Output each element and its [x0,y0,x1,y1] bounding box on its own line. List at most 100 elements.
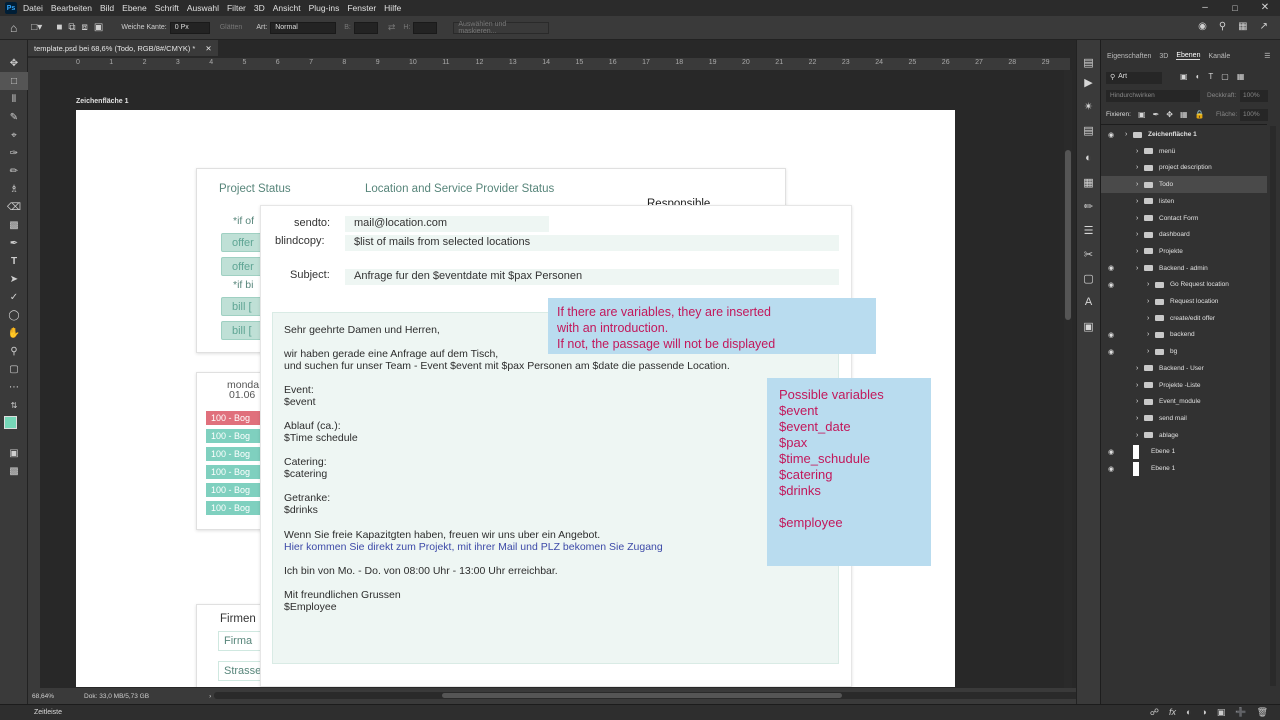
menu-schrift[interactable]: Schrift [155,3,179,13]
tab-properties[interactable]: Eigenschaften [1107,53,1151,60]
search-icon[interactable]: ⚲ [1219,21,1226,32]
share-arrow-icon[interactable]: ↗ [1260,21,1268,32]
layer-row[interactable]: › Contact Form [1101,210,1267,227]
menu-bearbeiten[interactable]: Bearbeiten [51,3,92,13]
marquee-tool-icon[interactable]: □▾ [31,22,42,33]
calendar-pill-4[interactable]: 100 - Bog [206,465,268,479]
height-input[interactable] [413,21,438,34]
horizontal-ruler[interactable]: 0 1 2 3 4 5 6 7 8 9 10 11 12 13 14 15 16 17 18 19 20 21 22 23 24… [40,58,1070,70]
sendto-input[interactable]: mail@location.com [345,216,549,232]
visibility-eye-icon[interactable]: ◉ [1101,131,1121,139]
eraser-tool-icon[interactable]: ⌫ [0,198,28,216]
layer-row[interactable]: ◉ › Go Request location [1101,276,1267,293]
layer-comps-icon[interactable]: ▢ [1077,272,1100,292]
minimize-icon[interactable]: – [1190,0,1220,16]
chevron-right-icon[interactable]: › [1136,181,1144,188]
tab-layers[interactable]: Ebenen [1176,52,1201,60]
vertical-ruler[interactable] [28,70,40,688]
selection-subtract-icon[interactable]: ⧈ [82,22,88,33]
filter-type-icon[interactable]: T [1208,72,1213,81]
lasso-tool-icon[interactable]: ⦀ [0,90,28,108]
lock-pixels-icon[interactable]: ▣ [1138,110,1146,119]
maximize-icon[interactable]: □ [1220,0,1250,16]
layer-row[interactable]: › Projekte [1101,243,1267,260]
calendar-pill-5[interactable]: 100 - Bog [206,483,268,497]
layer-row[interactable]: › Event_module [1101,393,1267,410]
tab-template[interactable]: template.psd bei 68,6% (Todo, RGB/8#/CMY… [28,40,218,56]
layer-row[interactable]: ◉ Ebene 1 [1101,443,1267,460]
filter-adjust-icon[interactable]: ◐ [1196,72,1201,81]
workspace-icon[interactable]: ▦ [1238,21,1247,32]
menu-3d[interactable]: 3D [254,3,265,13]
menu-plugins[interactable]: Plug-ins [309,3,340,13]
hand-tool-icon[interactable]: ✋ [0,324,28,342]
lock-artboard-icon[interactable]: ▦ [1180,110,1188,119]
width-input[interactable] [353,21,378,34]
shape-tool-icon[interactable]: ◯ [0,306,28,324]
ruler-origin[interactable] [28,58,40,70]
calendar-pill-1[interactable]: 100 - Bog [206,411,268,425]
menu-datei[interactable]: Datei [23,3,43,13]
link-layers-icon[interactable]: ☍ [1150,707,1159,718]
path-select-tool-icon[interactable]: ➤ [0,270,28,288]
layer-row[interactable]: › send mail [1101,410,1267,427]
character-icon[interactable]: A [1077,296,1100,320]
layer-row[interactable]: ◉ › Backend - admin [1101,260,1267,277]
opacity-input[interactable]: 100% [1240,90,1268,102]
chevron-right-icon[interactable]: › [1147,298,1155,305]
style-select[interactable]: Normal [270,21,337,34]
zoom-level[interactable]: 68,64% [32,693,54,700]
chevron-right-icon[interactable]: › [1136,148,1144,155]
visibility-eye-icon[interactable]: ◉ [1101,281,1121,289]
artboard-label[interactable]: Zeichenfläche 1 [76,98,129,105]
bcc-input[interactable]: $list of mails from selected locations [345,235,839,251]
brush-settings-icon[interactable]: ✏ [1077,200,1100,224]
type-tool-icon[interactable]: T [0,252,28,270]
select-mask-button[interactable]: Auswählen und maskieren... [453,21,550,35]
layer-row[interactable]: › Backend - User [1101,360,1267,377]
move-tool-icon[interactable]: ✥ [0,54,28,72]
selection-add-icon[interactable]: ⧉ [68,22,75,33]
more-tools-icon[interactable]: ⋯ [0,378,28,396]
zoom-tool-icon[interactable]: ⚲ [0,342,28,360]
calendar-pill-6[interactable]: 100 - Bog [206,501,268,515]
quick-select-tool-icon[interactable]: ✎ [0,108,28,126]
selection-new-icon[interactable]: ■ [56,22,62,33]
visibility-eye-icon[interactable]: ◉ [1101,448,1121,456]
layer-row[interactable]: › dashboard [1101,226,1267,243]
smooth-checkbox[interactable]: Glätten [220,24,243,31]
layer-row[interactable]: › Todo [1101,176,1267,194]
chevron-right-icon[interactable]: › [1136,248,1144,255]
chevron-right-icon[interactable]: › [1147,281,1155,288]
chevron-right-icon[interactable]: › [1147,315,1155,322]
menu-auswahl[interactable]: Auswahl [187,3,219,13]
mail-project-link[interactable]: Hier kommen Sie direkt zum Projekt, mit … [284,541,663,553]
new-group-icon[interactable]: ▣ [1217,707,1226,718]
layer-row[interactable]: ◉ › Zeichenfläche 1 [1101,126,1267,143]
mail-body-textarea[interactable]: Sehr geehrte Damen und Herren, wir haben… [272,312,839,664]
color-swatches[interactable] [0,414,27,444]
eyedropper-tool-icon[interactable]: ✑ [0,144,28,162]
chevron-right-icon[interactable]: › [1136,382,1144,389]
fill-input[interactable]: 100% [1240,109,1268,121]
pen-tool-icon[interactable]: ✒ [0,234,28,252]
lock-all-icon[interactable]: 🔒 [1195,110,1205,119]
chevron-right-icon[interactable]: › [1136,398,1144,405]
screen-mode-icon[interactable]: ▩ [0,462,28,480]
visibility-eye-icon[interactable]: ◉ [1101,331,1121,339]
menu-fenster[interactable]: Fenster [347,3,376,13]
layers-scrollbar[interactable] [1270,126,1276,686]
swap-colors-icon[interactable]: ⇅ [0,396,28,414]
chevron-right-icon[interactable]: › [1147,348,1155,355]
layer-row[interactable]: › create/edit offer [1101,310,1267,327]
mask-icon[interactable]: ◐ [1186,707,1191,718]
layer-row[interactable]: › Request location [1101,293,1267,310]
canvas-vertical-scrollbar[interactable] [1064,70,1072,688]
history-icon[interactable]: ▤ [1077,56,1100,76]
layer-row[interactable]: ◉ › backend [1101,326,1267,343]
filter-shape-icon[interactable]: ▢ [1221,72,1229,81]
layer-row[interactable]: › Projekte -Liste [1101,377,1267,394]
filter-smart-icon[interactable]: ▦ [1237,72,1245,81]
chevron-right-icon[interactable]: › [1136,231,1144,238]
quick-mask-icon[interactable]: ▣ [0,444,28,462]
